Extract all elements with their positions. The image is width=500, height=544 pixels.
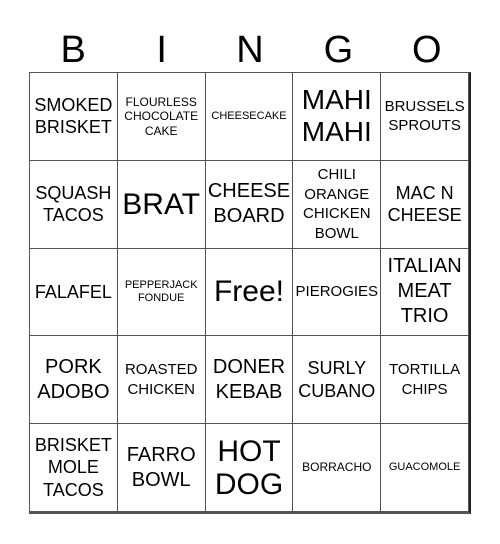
- bingo-cell[interactable]: CHEESE BOARD: [205, 160, 294, 249]
- bingo-cell[interactable]: TORTILLA CHIPS: [381, 336, 469, 425]
- bingo-cell[interactable]: BORRACHO: [293, 424, 382, 512]
- bingo-cell[interactable]: MAC N CHEESE: [381, 160, 469, 249]
- bingo-cell[interactable]: PIEROGIES: [293, 248, 382, 337]
- bingo-grid: SMOKED BRISKET FLOURLESS CHOCOLATE CAKE …: [29, 72, 471, 514]
- bingo-cell[interactable]: ITALIAN MEAT TRIO: [381, 248, 469, 337]
- bingo-cell[interactable]: PORK ADOBO: [30, 336, 118, 425]
- header-letter-n: N: [236, 29, 264, 71]
- bingo-cell[interactable]: CHILI ORANGE CHICKEN BOWL: [293, 160, 382, 249]
- bingo-cell[interactable]: FALAFEL: [30, 248, 118, 337]
- header-letter-g: G: [323, 29, 354, 71]
- bingo-cell[interactable]: CHEESECAKE: [205, 73, 294, 161]
- bingo-cell[interactable]: ROASTED CHICKEN: [117, 336, 206, 425]
- bingo-cell[interactable]: BRISKET MOLE TACOS: [30, 424, 118, 512]
- header-letter-i: I: [156, 29, 167, 71]
- bingo-cell[interactable]: FARRO BOWL: [117, 424, 206, 512]
- bingo-cell[interactable]: DONER KEBAB: [205, 336, 294, 425]
- free-space-cell[interactable]: Free!: [205, 248, 294, 337]
- bingo-cell[interactable]: BRUSSELS SPROUTS: [381, 73, 469, 161]
- bingo-cell[interactable]: SMOKED BRISKET: [30, 73, 118, 161]
- bingo-header: B I N G O: [29, 28, 471, 72]
- header-letter-o: O: [412, 29, 442, 71]
- bingo-cell[interactable]: HOT DOG: [205, 424, 294, 512]
- bingo-cell[interactable]: SURLY CUBANO: [293, 336, 382, 425]
- bingo-cell[interactable]: MAHI MAHI: [293, 73, 382, 161]
- bingo-cell[interactable]: PEPPERJACK FONDUE: [117, 248, 206, 337]
- bingo-cell[interactable]: BRAT: [117, 160, 206, 249]
- header-letter-b: B: [60, 29, 86, 71]
- bingo-cell[interactable]: SQUASH TACOS: [30, 160, 118, 249]
- bingo-cell[interactable]: GUACOMOLE: [381, 424, 469, 512]
- bingo-cell[interactable]: FLOURLESS CHOCOLATE CAKE: [117, 73, 206, 161]
